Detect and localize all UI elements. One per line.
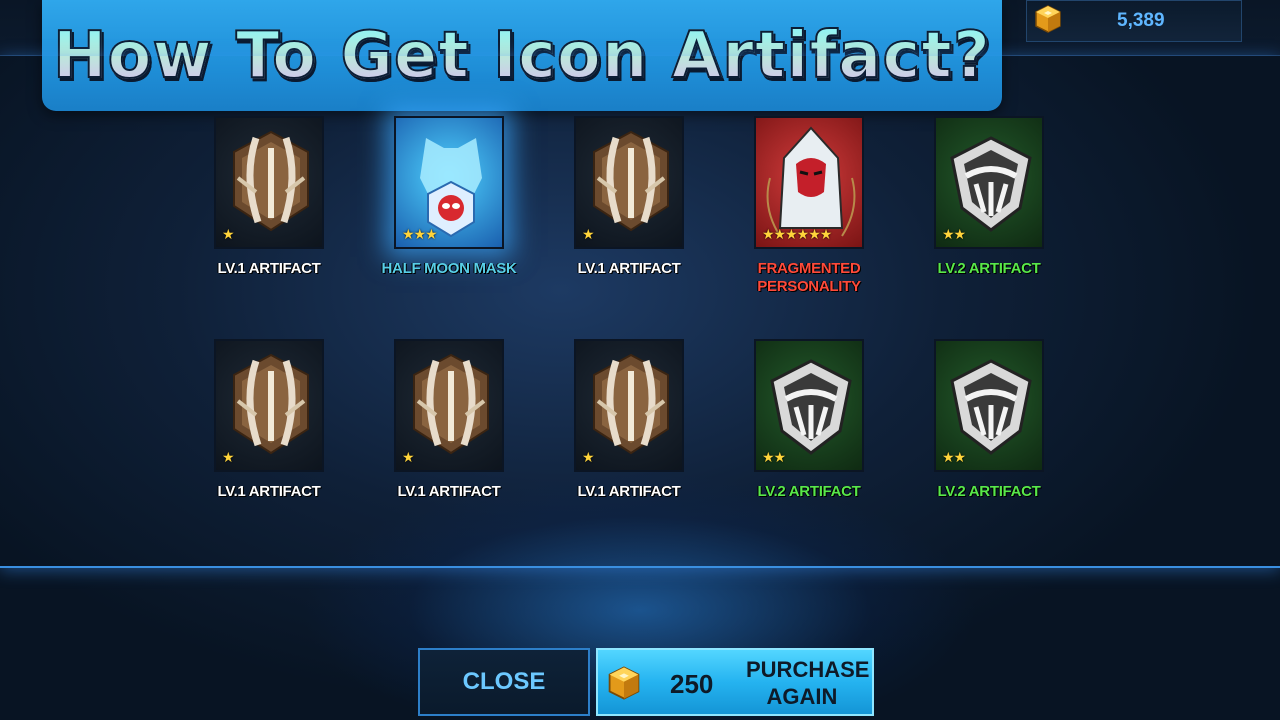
reward-label: LV.2 ARTIFACT bbox=[757, 483, 861, 500]
reward-label: LV.1 ARTIFACT bbox=[577, 260, 681, 277]
gold-cube-icon bbox=[606, 665, 642, 706]
star-rating: ★★★★★★ bbox=[762, 227, 832, 243]
star-rating: ★ bbox=[402, 450, 415, 466]
star-rating: ★★ bbox=[942, 227, 966, 243]
purchase-label: PURCHASE AGAIN bbox=[746, 656, 870, 710]
reward-tile: ★ bbox=[214, 339, 324, 472]
purchase-again-button[interactable]: 250 PURCHASE AGAIN bbox=[596, 648, 874, 716]
star-rating: ★ bbox=[222, 227, 235, 243]
reward-tile: ★ bbox=[574, 116, 684, 249]
reward-card[interactable]: ★ LV.1 ARTIFACT bbox=[194, 339, 374, 529]
reward-card[interactable]: ★★ LV.2 ARTIFACT bbox=[914, 339, 1094, 529]
reward-tile: ★ bbox=[214, 116, 324, 249]
reward-tile: ★★ bbox=[754, 339, 864, 472]
reward-card[interactable]: ★★ LV.2 ARTIFACT bbox=[914, 116, 1094, 306]
reward-tile: ★ bbox=[574, 339, 684, 472]
reward-card[interactable]: ★ LV.1 ARTIFACT bbox=[374, 339, 554, 529]
purchase-price: 250 bbox=[670, 669, 714, 699]
reward-label: LV.1 ARTIFACT bbox=[217, 483, 321, 500]
star-rating: ★ bbox=[582, 227, 595, 243]
reward-card[interactable]: ★ LV.1 ARTIFACT bbox=[554, 339, 734, 529]
reward-card[interactable]: ★★ LV.2 ARTIFACT bbox=[734, 339, 914, 529]
reward-card[interactable]: ★★★ HALF MOON MASK bbox=[374, 116, 554, 306]
reward-label: FRAGMENTED PERSONALITY bbox=[757, 260, 861, 295]
purchase-label-line2: AGAIN bbox=[766, 684, 838, 709]
reward-label: HALF MOON MASK bbox=[381, 260, 517, 277]
currency-amount: 5,389 bbox=[1117, 10, 1165, 31]
reward-label: LV.1 ARTIFACT bbox=[397, 483, 501, 500]
currency-display: 5,389 bbox=[1026, 0, 1242, 42]
reward-label: LV.1 ARTIFACT bbox=[577, 483, 681, 500]
reward-tile: ★★★★★★ bbox=[754, 116, 864, 249]
gold-cube-icon bbox=[1033, 4, 1063, 39]
purchase-label-line1: PURCHASE bbox=[746, 657, 870, 682]
reward-card[interactable]: ★★★★★★ FRAGMENTED PERSONALITY bbox=[734, 116, 914, 306]
reward-card[interactable]: ★ LV.1 ARTIFACT bbox=[554, 116, 734, 306]
reward-tile: ★ bbox=[394, 339, 504, 472]
reward-label: LV.1 ARTIFACT bbox=[217, 260, 321, 277]
star-rating: ★ bbox=[222, 450, 235, 466]
reward-tile: ★★ bbox=[934, 116, 1044, 249]
reward-tile: ★★ bbox=[934, 339, 1044, 472]
reward-tile: ★★★ bbox=[394, 116, 504, 249]
star-rating: ★★ bbox=[762, 450, 786, 466]
star-rating: ★★ bbox=[942, 450, 966, 466]
star-rating: ★ bbox=[582, 450, 595, 466]
close-button[interactable]: CLOSE bbox=[418, 648, 590, 716]
reward-label: LV.2 ARTIFACT bbox=[937, 260, 1041, 277]
reward-label: LV.2 ARTIFACT bbox=[937, 483, 1041, 500]
reward-card[interactable]: ★ LV.1 ARTIFACT bbox=[194, 116, 374, 306]
star-rating: ★★★ bbox=[402, 227, 438, 243]
close-button-label: CLOSE bbox=[462, 668, 546, 695]
